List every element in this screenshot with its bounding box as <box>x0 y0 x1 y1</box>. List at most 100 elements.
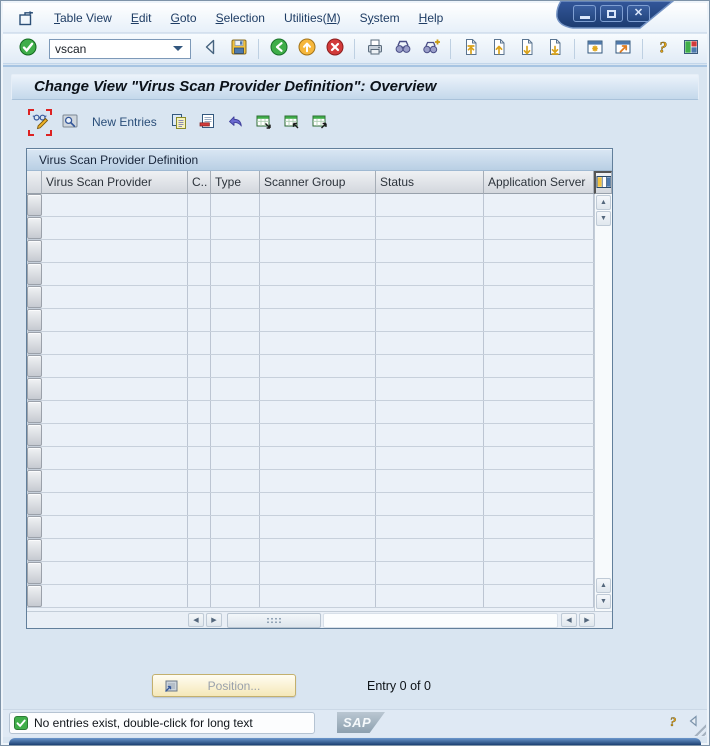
column-header-virus-scan-provider[interactable]: Virus Scan Provider <box>42 171 188 194</box>
copy-as-button[interactable] <box>169 111 189 134</box>
menu-table-view[interactable]: Table View <box>54 11 112 25</box>
table-cell <box>484 378 594 400</box>
position-button[interactable]: Position... <box>152 674 296 697</box>
row-selector[interactable] <box>27 263 42 285</box>
menu-selection[interactable]: Selection <box>216 11 265 25</box>
minimize-button[interactable] <box>573 5 596 22</box>
row-selector-header[interactable] <box>27 171 42 194</box>
table-cell <box>376 286 484 308</box>
table-cell <box>188 516 211 538</box>
display-view-button[interactable] <box>60 111 80 134</box>
row-selector[interactable] <box>27 355 42 377</box>
row-selector[interactable] <box>27 401 42 423</box>
scroll-down-button[interactable]: ▼ <box>596 211 611 226</box>
undo-button[interactable] <box>225 111 245 134</box>
delete-button[interactable] <box>197 111 217 134</box>
command-field[interactable] <box>49 39 191 59</box>
table-cell <box>484 447 594 469</box>
select-all-button[interactable] <box>253 111 273 134</box>
table-cell <box>484 493 594 515</box>
horizontal-scrollbar-thumb[interactable] <box>227 613 321 628</box>
table-cell <box>260 286 376 308</box>
status-help-button[interactable]: ? <box>665 713 681 729</box>
maximize-button[interactable] <box>600 5 623 22</box>
row-selector[interactable] <box>27 585 42 607</box>
entry-count-status: Entry 0 of 0 <box>367 679 431 693</box>
scroll-left-button-2[interactable]: ◀ <box>561 613 577 627</box>
command-input[interactable] <box>50 42 171 56</box>
save-button[interactable] <box>226 36 251 61</box>
exit-button[interactable] <box>294 36 319 61</box>
row-selector[interactable] <box>27 447 42 469</box>
row-selector[interactable] <box>27 470 42 492</box>
table-cell <box>211 194 260 216</box>
select-block-button[interactable] <box>281 111 301 134</box>
scroll-up-button-2[interactable]: ▲ <box>596 578 611 593</box>
menu-help[interactable]: Help <box>419 11 444 25</box>
find-button[interactable] <box>390 36 415 61</box>
row-selector[interactable] <box>27 424 42 446</box>
row-selector[interactable] <box>27 539 42 561</box>
previous-item-button[interactable] <box>198 36 223 61</box>
display-change-toggle-button[interactable] <box>28 109 52 136</box>
menu-exit-icon[interactable] <box>17 10 35 26</box>
table-settings-button[interactable] <box>594 171 612 194</box>
new-entries-button[interactable]: New Entries <box>88 113 161 131</box>
row-selector[interactable] <box>27 217 42 239</box>
column-header-type[interactable]: Type <box>211 171 260 194</box>
enter-button[interactable] <box>15 36 40 61</box>
table-cell <box>42 493 188 515</box>
first-page-button[interactable] <box>458 36 483 61</box>
status-message-box[interactable]: No entries exist, double-click for long … <box>9 712 315 734</box>
menu-edit[interactable]: Edit <box>131 11 152 25</box>
scroll-right-button-2[interactable]: ▶ <box>579 613 595 627</box>
table-row <box>27 355 612 378</box>
print-button[interactable] <box>362 36 387 61</box>
menu-system[interactable]: System <box>360 11 400 25</box>
row-selector[interactable] <box>27 286 42 308</box>
row-selector[interactable] <box>27 562 42 584</box>
last-page-button[interactable] <box>542 36 567 61</box>
row-selector[interactable] <box>27 516 42 538</box>
menu-utilities-m[interactable]: Utilities(M) <box>284 11 341 25</box>
find-next-button[interactable] <box>418 36 443 61</box>
row-selector[interactable] <box>27 194 42 216</box>
scroll-left-button[interactable]: ◀ <box>188 613 204 627</box>
previous-page-button[interactable] <box>486 36 511 61</box>
shortcut-icon <box>613 37 633 60</box>
toolbar-separator <box>642 39 643 59</box>
row-selector[interactable] <box>27 309 42 331</box>
dropdown-arrow-icon[interactable] <box>171 43 190 54</box>
table-row <box>27 401 612 424</box>
menu-goto[interactable]: Goto <box>171 11 197 25</box>
table-cell <box>211 355 260 377</box>
table-cell <box>260 355 376 377</box>
customize-layout-button[interactable] <box>678 36 703 61</box>
create-shortcut-button[interactable] <box>610 36 635 61</box>
deselect-all-button[interactable] <box>309 111 329 134</box>
scroll-right-button[interactable]: ▶ <box>206 613 222 627</box>
vertical-scrollbar[interactable]: ▲▼ ▲▼ <box>594 194 612 611</box>
column-header-scanner-group[interactable]: Scanner Group <box>260 171 376 194</box>
column-header-c[interactable]: C.. <box>188 171 211 194</box>
back-button[interactable] <box>266 36 291 61</box>
cancel-button[interactable] <box>322 36 347 61</box>
table-cell <box>376 401 484 423</box>
scroll-up-button[interactable]: ▲ <box>596 195 611 210</box>
column-header-application-server[interactable]: Application Server <box>484 171 594 194</box>
scroll-down-button-2[interactable]: ▼ <box>596 594 611 609</box>
horizontal-scrollbar[interactable]: ◀ ▶ ◀ ▶ <box>27 611 612 628</box>
new-session-button[interactable] <box>582 36 607 61</box>
row-selector[interactable] <box>27 493 42 515</box>
help-button[interactable]: ? <box>650 36 675 61</box>
close-button[interactable]: ✕ <box>627 5 650 22</box>
status-expand-button[interactable] <box>685 713 701 729</box>
horizontal-scrollbar-track[interactable] <box>323 613 558 628</box>
table-cell <box>376 194 484 216</box>
row-selector[interactable] <box>27 332 42 354</box>
row-selector[interactable] <box>27 378 42 400</box>
table-row <box>27 424 612 447</box>
row-selector[interactable] <box>27 240 42 262</box>
column-header-status[interactable]: Status <box>376 171 484 194</box>
next-page-button[interactable] <box>514 36 539 61</box>
